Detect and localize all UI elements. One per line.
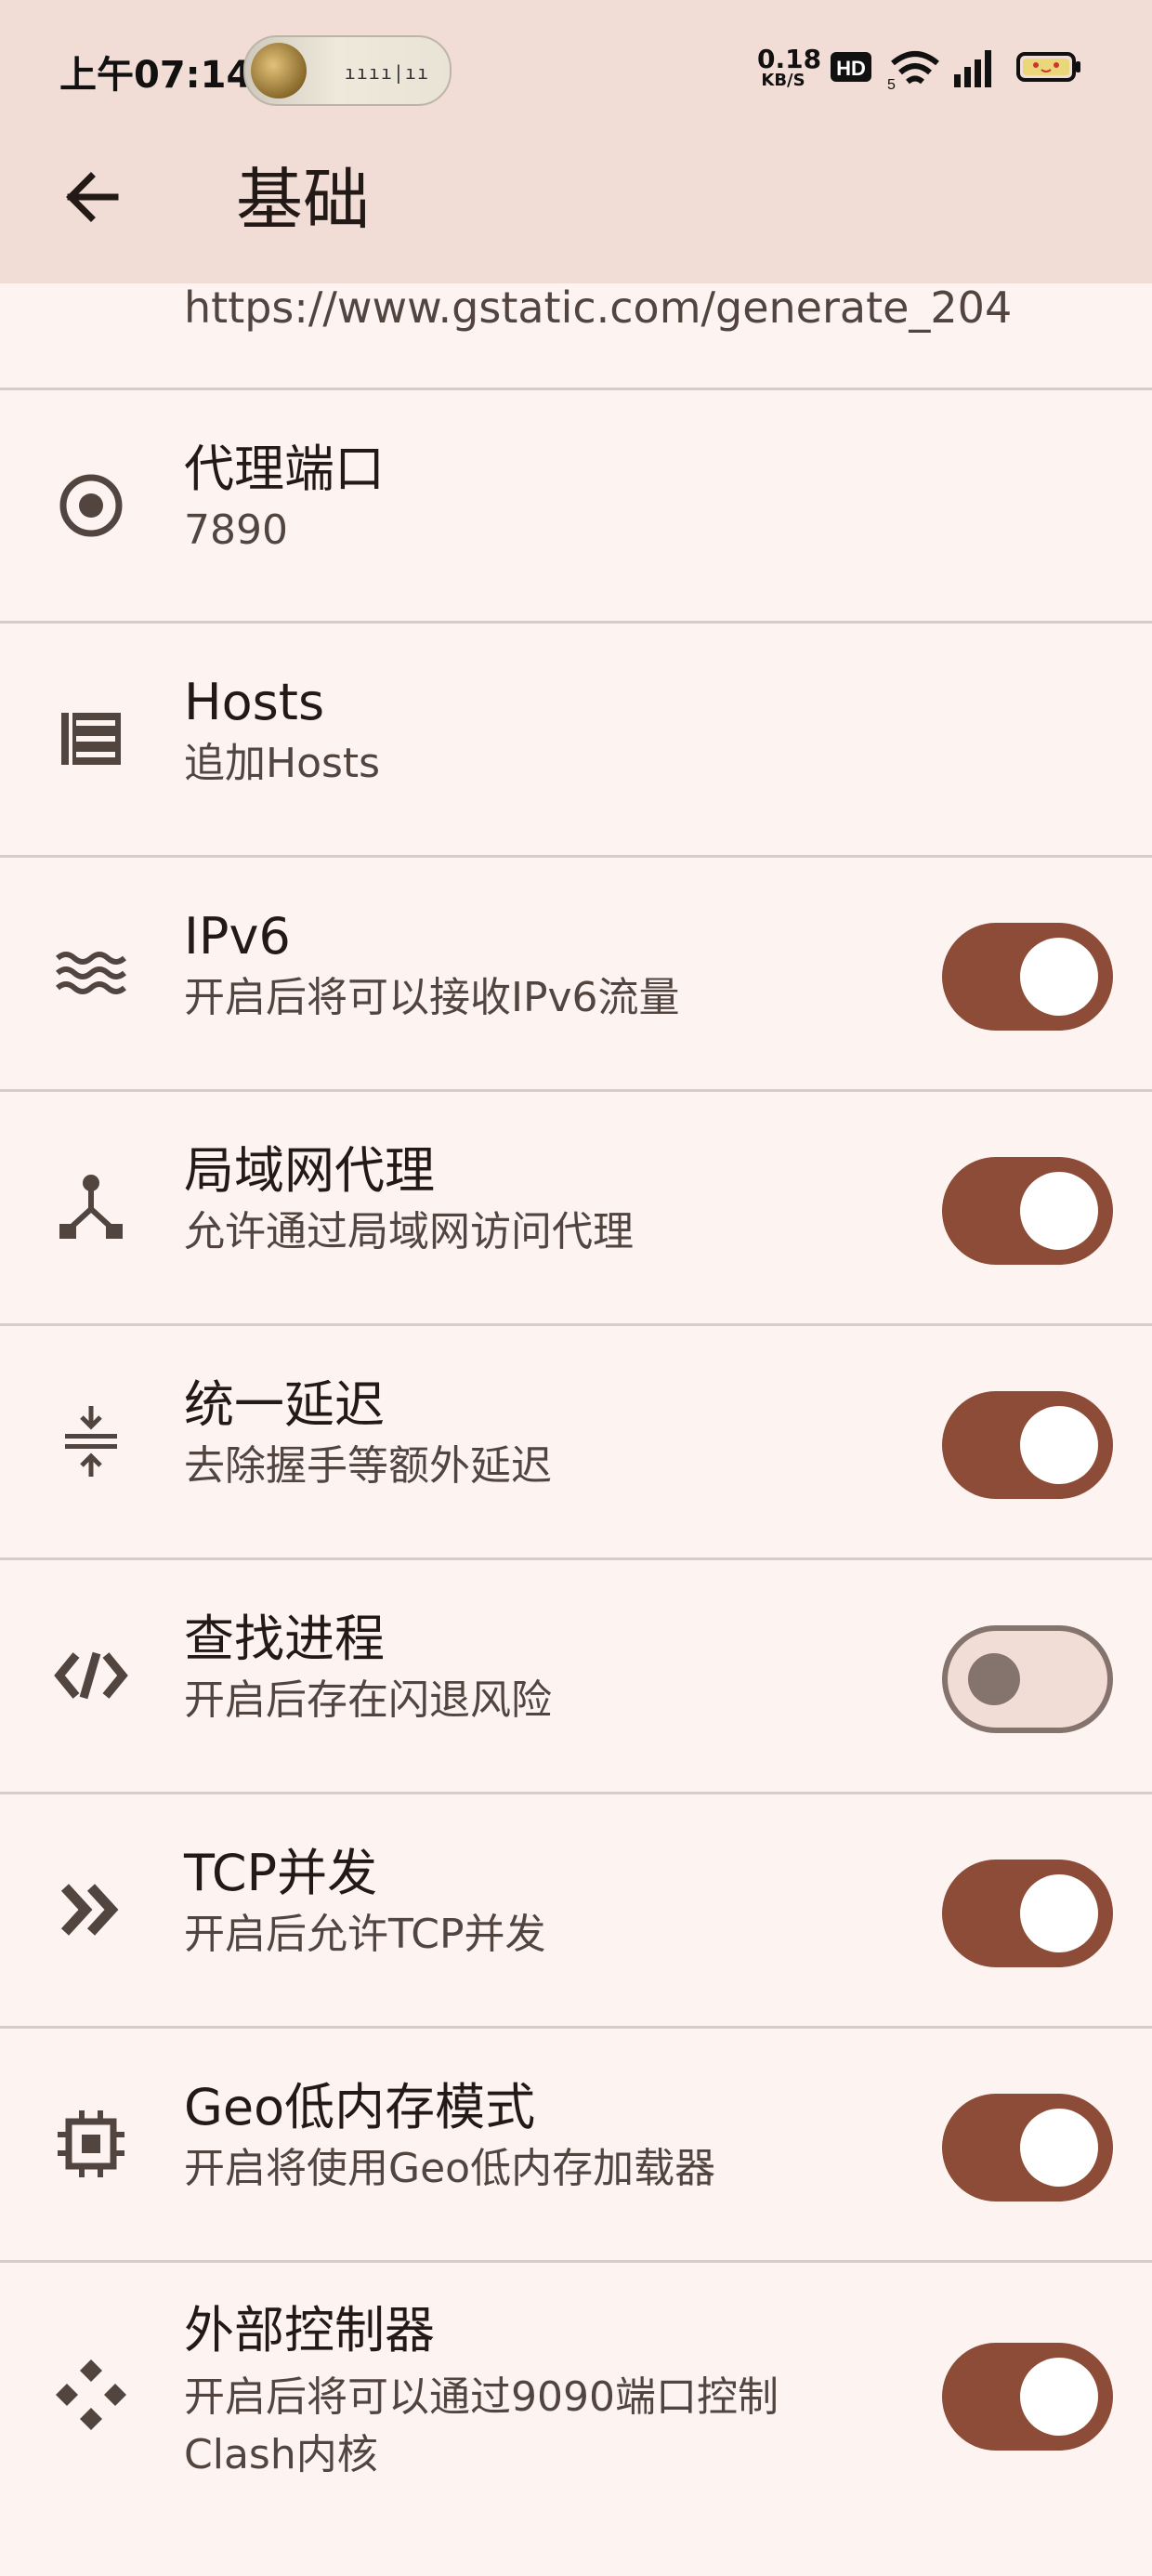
page-title: 基础 [236,161,371,239]
code-icon [54,1651,128,1700]
item-title: Hosts [184,673,325,731]
signal-icon [954,50,991,87]
app-bar: 基础 [0,139,1152,283]
item-title: 代理端口 [184,440,385,498]
svg-text:5: 5 [887,77,896,91]
list-item-hosts[interactable]: Hosts 追加Hosts [0,624,1152,855]
toggle-knob [968,1653,1020,1705]
item-subtitle: 开启将使用Geo低内存加载器 [184,2145,716,2192]
item-title: 外部控制器 [184,2301,435,2359]
status-time: 上午07:14 [59,54,253,97]
list-item-test-url[interactable]: https://www.gstatic.com/generate_204 [0,279,1152,388]
item-title: 查找进程 [184,1610,385,1668]
arrow-left-icon[interactable] [56,160,130,234]
memory-chip-icon [58,2110,124,2177]
toggle-knob [1020,2358,1098,2436]
wifi-icon: 5 [887,51,939,91]
item-subtitle: 开启后将可以通过9090端口控制 [184,2373,779,2421]
waves-icon [56,952,126,994]
item-subtitle: 开启后允许TCP并发 [184,1911,546,1958]
compress-icon [65,1406,117,1477]
radio-target-icon [59,474,123,537]
top-bar: 上午07:14 ıııı|ıı 0.18 KB/S HD 5 基础 [0,0,1152,283]
list-icon [61,713,121,765]
list-item-find-process[interactable]: 查找进程 开启后存在闪退风险 [0,1560,1152,1792]
battery-icon [1016,52,1080,82]
lan-proxy-toggle[interactable] [942,1157,1113,1265]
list-item-unified-delay[interactable]: 统一延迟 去除握手等额外延迟 [0,1326,1152,1557]
item-title: Geo低内存模式 [184,2078,536,2136]
item-subtitle: 允许通过局域网访问代理 [184,1208,634,1255]
double-chevron-right-icon [60,1884,119,1936]
item-subtitle-line2: Clash内核 [184,2431,378,2478]
geo-low-memory-toggle[interactable] [942,2094,1113,2201]
item-title: 统一延迟 [184,1375,385,1434]
item-title: IPv6 [184,907,291,966]
list-item-proxy-port[interactable]: 代理端口 7890 [0,390,1152,621]
find-process-toggle[interactable] [942,1625,1113,1733]
list-item-ipv6[interactable]: IPv6 开启后将可以接收IPv6流量 [0,858,1152,1089]
item-subtitle: 开启后存在闪退风险 [184,1676,552,1724]
toggle-knob [1020,1406,1098,1484]
toggle-knob [1020,1874,1098,1952]
item-title: TCP并发 [184,1844,378,1902]
toggle-knob [1020,1172,1098,1250]
test-url-value: https://www.gstatic.com/generate_204 [184,283,1013,333]
external-controller-toggle[interactable] [942,2343,1113,2451]
status-bar: 上午07:14 ıııı|ıı 0.18 KB/S HD 5 [0,0,1152,139]
toggle-knob [1020,938,1098,1016]
list-item-tcp-concurrent[interactable]: TCP并发 开启后允许TCP并发 [0,1794,1152,2026]
list-item-lan-proxy[interactable]: 局域网代理 允许通过局域网访问代理 [0,1092,1152,1323]
controller-icon [56,2359,126,2430]
hd-icon: HD [831,52,871,82]
toggle-knob [1020,2109,1098,2187]
item-subtitle: 7890 [184,506,288,554]
lan-icon [59,1175,123,1239]
ipv6-toggle[interactable] [942,923,1113,1031]
audio-bars-icon: ıııı|ıı [344,61,429,84]
media-pill[interactable]: ıııı|ıı [243,35,452,106]
svg-text:HD: HD [836,57,866,80]
net-speed: 0.18 KB/S [757,44,822,90]
tcp-concurrent-toggle[interactable] [942,1860,1113,1967]
album-art [251,43,307,99]
unified-delay-toggle[interactable] [942,1391,1113,1499]
list-item-external-controller[interactable]: 外部控制器 开启后将可以通过9090端口控制 Clash内核 [0,2263,1152,2576]
item-subtitle: 去除握手等额外延迟 [184,1442,552,1490]
item-title: 局域网代理 [184,1141,435,1200]
item-subtitle: 开启后将可以接收IPv6流量 [184,974,680,1021]
list-item-geo-low-memory[interactable]: Geo低内存模式 开启将使用Geo低内存加载器 [0,2029,1152,2260]
item-subtitle: 追加Hosts [184,740,381,787]
